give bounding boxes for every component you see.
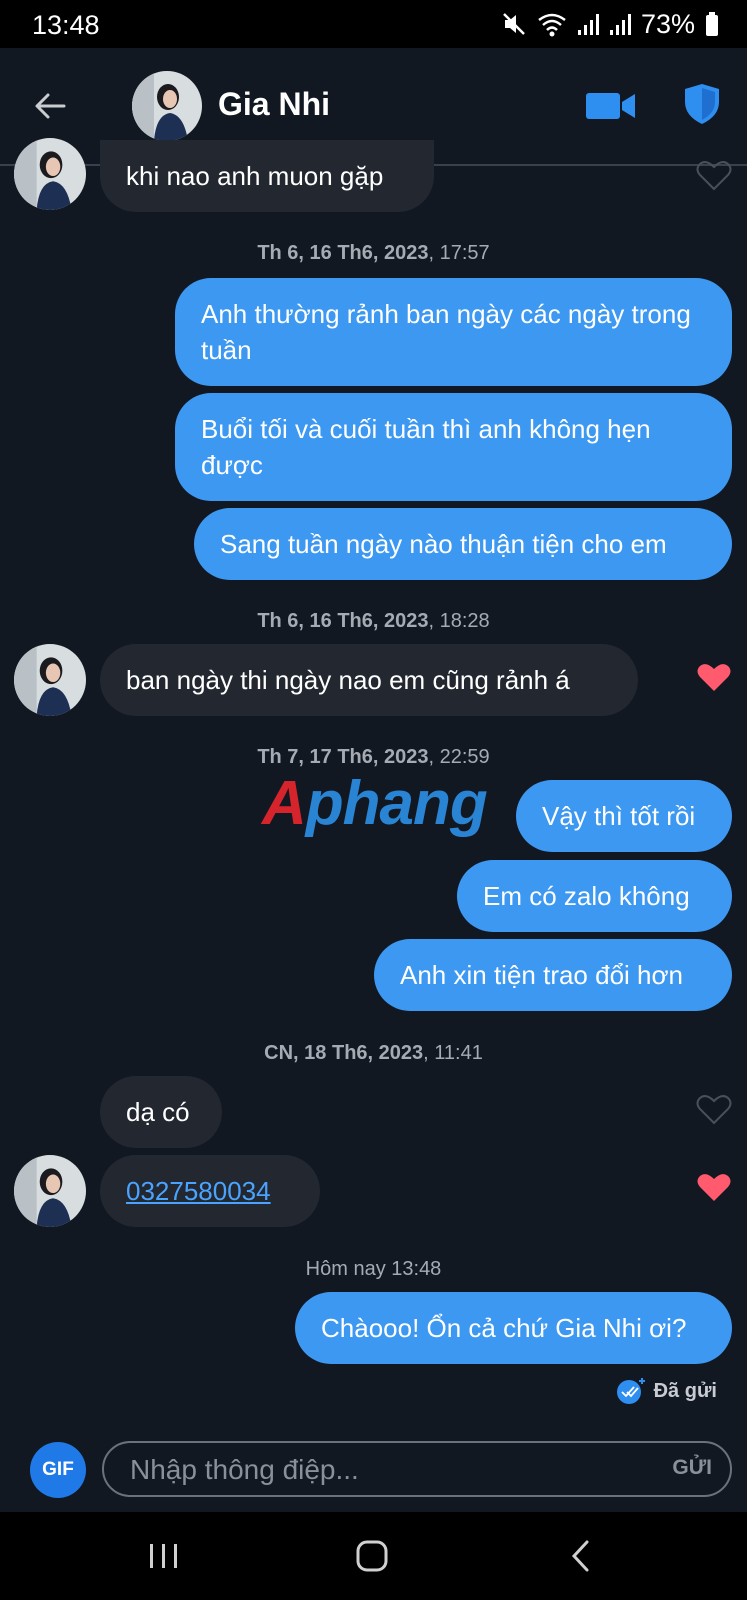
video-call-icon[interactable] [585, 88, 637, 124]
wifi-icon [538, 13, 566, 37]
outgoing-message[interactable]: Anh xin tiện trao đổi hơn [374, 939, 732, 1011]
outgoing-message[interactable]: Sang tuần ngày nào thuận tiện cho em [194, 508, 732, 580]
contact-name[interactable]: Gia Nhi [218, 86, 330, 123]
signal-icon [577, 14, 599, 35]
timestamp: Th 6, 16 Th6, 2023, 17:57 [257, 242, 490, 264]
status-icons: 73% [501, 8, 719, 40]
like-heart-icon[interactable] [696, 158, 732, 192]
send-button[interactable]: GỬI [672, 1456, 712, 1480]
message-input-container: GỬI [102, 1441, 732, 1497]
message-avatar[interactable] [14, 644, 86, 716]
phone-number-link[interactable]: 0327580034 [126, 1173, 271, 1209]
message-avatar[interactable] [14, 1155, 86, 1227]
signal-icon-2 [609, 14, 631, 35]
battery-percent: 73% [640, 8, 695, 39]
liked-heart-icon[interactable] [696, 1170, 732, 1204]
sent-check-icon [616, 1378, 645, 1404]
incoming-message[interactable]: 0327580034 [100, 1155, 320, 1227]
timestamp: CN, 18 Th6, 2023, 11:41 [264, 1042, 483, 1064]
incoming-message[interactable]: khi nao anh muon gặp [100, 140, 434, 212]
like-heart-icon[interactable] [696, 1092, 732, 1126]
timestamp: Th 6, 16 Th6, 2023, 18:28 [257, 610, 490, 632]
status-bar: 13:48 73% [0, 0, 747, 48]
back-nav-icon[interactable] [560, 1534, 604, 1578]
watermark-logo: Aphang [262, 769, 488, 838]
system-nav-bar [0, 1512, 747, 1600]
message-avatar[interactable] [14, 138, 86, 210]
message-input[interactable] [128, 1443, 632, 1497]
status-time: 13:48 [32, 10, 100, 40]
outgoing-message[interactable]: Em có zalo không [457, 860, 732, 932]
outgoing-message[interactable]: Anh thường rảnh ban ngày các ngày trong … [175, 278, 732, 386]
incoming-message[interactable]: ban ngày thi ngày nao em cũng rảnh á [100, 644, 638, 716]
outgoing-message[interactable]: Vậy thì tốt rồi [516, 780, 732, 852]
contact-avatar[interactable] [132, 71, 202, 141]
timestamp: Hôm nay 13:48 [305, 1258, 442, 1280]
incoming-message[interactable]: dạ có [100, 1076, 222, 1148]
timestamp: Th 7, 17 Th6, 2023, 22:59 [257, 746, 490, 768]
recent-apps-icon[interactable] [142, 1534, 186, 1578]
gif-button[interactable]: GIF [30, 1442, 86, 1498]
outgoing-message[interactable]: Buổi tối và cuối tuần thì anh không hẹn … [175, 393, 732, 501]
battery-icon [706, 12, 718, 36]
safety-shield-icon[interactable] [682, 82, 722, 126]
back-arrow-icon[interactable] [30, 86, 70, 126]
delivery-status-text: Đã gửi [653, 1379, 717, 1402]
liked-heart-icon[interactable] [696, 660, 732, 694]
outgoing-message[interactable]: Chàooo! Ổn cả chứ Gia Nhi ơi? [295, 1292, 732, 1364]
delivery-status: Đã gửi [616, 1377, 717, 1405]
home-icon[interactable] [350, 1534, 394, 1578]
mute-icon [503, 13, 525, 35]
